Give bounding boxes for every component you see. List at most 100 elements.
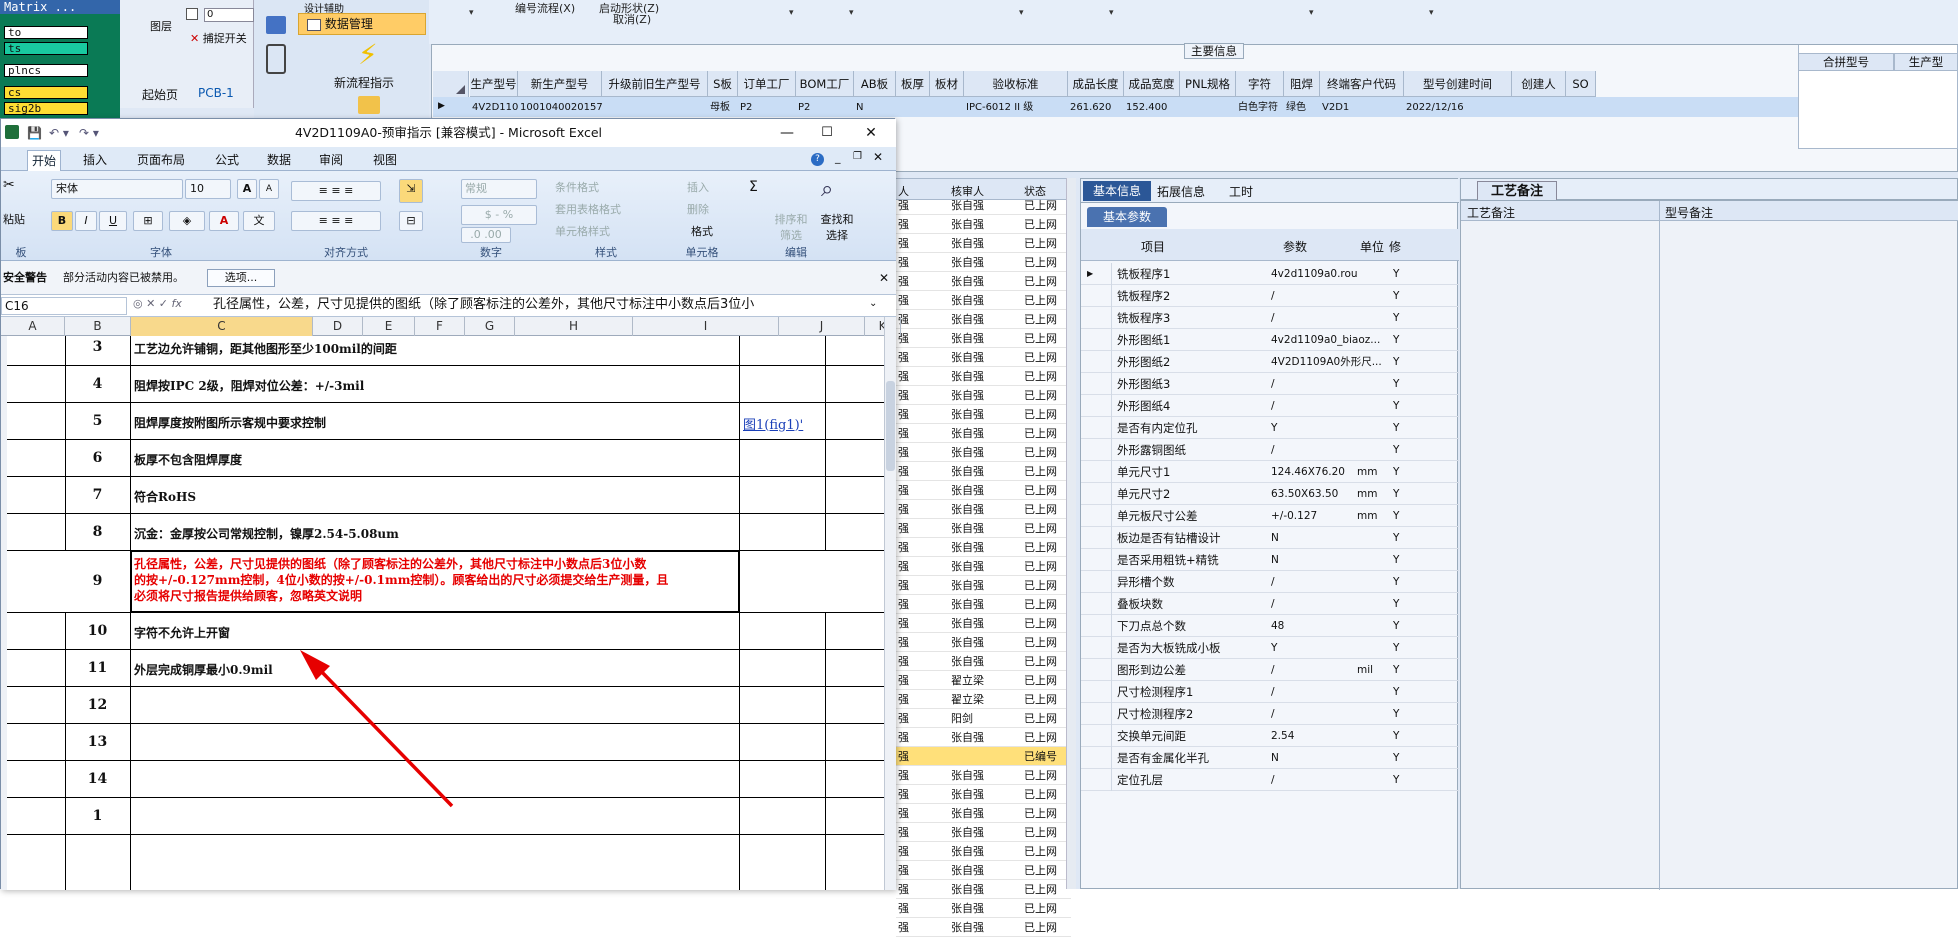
options-button[interactable]: 选项... xyxy=(207,269,275,287)
capture-toggle[interactable]: ✕ 捕捉开关 xyxy=(190,30,247,46)
approve-row[interactable]: 强张自强 已上网 xyxy=(896,462,1071,481)
font-color-button[interactable]: A xyxy=(209,211,239,231)
approve-row[interactable]: 强 已编号 xyxy=(896,747,1071,766)
paste-button[interactable]: ✂ 粘贴 xyxy=(3,177,43,237)
layer-item[interactable]: cs xyxy=(4,86,88,99)
ribbon-close-icon[interactable]: ✕ xyxy=(873,150,883,164)
info-col-header[interactable]: 板厚 xyxy=(896,71,930,97)
info-col-header[interactable]: 板材 xyxy=(930,71,964,97)
param-col-modify[interactable]: 修 xyxy=(1389,238,1401,255)
param-row[interactable]: 交换单元间距 2.54 Y xyxy=(1081,725,1459,747)
info-cell[interactable] xyxy=(602,99,708,117)
pcb-tab[interactable]: PCB-1 xyxy=(198,86,254,104)
info-cell[interactable]: 152.400 xyxy=(1124,99,1180,117)
approve-row[interactable]: 强张自强 已上网 xyxy=(896,348,1071,367)
craft-col-model-notes[interactable]: 型号备注 xyxy=(1665,204,1713,221)
param-row[interactable]: 外形图纸4 / Y xyxy=(1081,395,1459,417)
approve-row[interactable]: 强张自强 已上网 xyxy=(896,918,1071,937)
param-row[interactable]: 外形图纸2 4V2D1109A0外形尺... Y xyxy=(1081,351,1459,373)
info-cell[interactable]: 2022/12/16 xyxy=(1404,99,1512,117)
craft-col-notes[interactable]: 工艺备注 xyxy=(1467,204,1515,221)
info-col-header[interactable]: 阻焊 xyxy=(1284,71,1320,97)
approve-scrollbar[interactable] xyxy=(1066,178,1076,889)
tab-home[interactable]: 开始 xyxy=(27,150,62,171)
help-icon[interactable]: ? xyxy=(811,153,824,166)
table-row[interactable]: 11 外层完成铜厚最小0.9mil xyxy=(1,650,884,687)
info-col-header[interactable]: 成品宽度 xyxy=(1124,71,1180,97)
bold-button[interactable]: B xyxy=(51,211,73,231)
info-cell[interactable]: 10010400201574 xyxy=(518,99,602,117)
info-cell[interactable]: 4V2D1109A0 xyxy=(470,99,518,117)
approve-row[interactable]: 强张自强 已上网 xyxy=(896,880,1071,899)
ribbon-minimize-icon[interactable]: _ xyxy=(835,151,841,164)
info-col-header[interactable]: 订单工厂 xyxy=(738,71,796,97)
delete-cells-button[interactable]: 删除 xyxy=(687,201,709,217)
align-left-buttons[interactable]: ≡ ≡ ≡ xyxy=(291,211,381,231)
param-row[interactable]: 是否为大板铣成小板 Y Y xyxy=(1081,637,1459,659)
info-cell[interactable] xyxy=(896,99,930,117)
param-row[interactable]: 外形图纸1 4v2d1109a0_biaoz... Y xyxy=(1081,329,1459,351)
table-row[interactable]: 14 xyxy=(1,761,884,798)
approve-row[interactable]: 强张自强 已上网 xyxy=(896,310,1071,329)
chevron-down-icon[interactable]: ▾ xyxy=(1019,8,1024,18)
param-row[interactable]: 是否采用粗铣+精铣 N Y xyxy=(1081,549,1459,571)
param-row[interactable]: 异形槽个数 / Y xyxy=(1081,571,1459,593)
tab-extend-info[interactable]: 拓展信息 xyxy=(1157,183,1205,200)
info-col-header[interactable]: PNL规格 xyxy=(1180,71,1236,97)
info-col-header[interactable]: SO xyxy=(1566,71,1596,97)
cell-style-button[interactable]: 单元格样式 xyxy=(555,223,610,239)
info-cell[interactable] xyxy=(1180,99,1236,117)
instruction-text[interactable]: 沉金：金厚按公司常规控制，镍厚2.54-5.08um xyxy=(134,525,399,542)
info-col-header[interactable]: 终端客户代码 xyxy=(1320,71,1404,97)
menu-item[interactable]: 编号流程(X) xyxy=(515,0,575,16)
format-cells-button[interactable]: 格式 xyxy=(691,223,713,239)
approve-row[interactable]: 强张自强 已上网 xyxy=(896,519,1071,538)
find-select-button[interactable]: 查找和选择 xyxy=(817,211,857,243)
close-button[interactable]: ✕ xyxy=(857,119,885,147)
production-model-header[interactable]: 生产型 xyxy=(1894,53,1958,71)
approve-row[interactable]: 强张自强 已上网 xyxy=(896,785,1071,804)
instruction-text[interactable]: 阻焊按IPC 2级，阻焊对位公差：+/-3mil xyxy=(134,377,364,394)
info-cell[interactable]: 绿色 xyxy=(1284,99,1320,117)
table-format-button[interactable]: 套用表格格式 xyxy=(555,201,621,217)
info-cell[interactable]: 母板 xyxy=(708,99,738,117)
border-button[interactable]: ⊞ xyxy=(133,211,163,231)
approve-row[interactable]: 强张自强 已上网 xyxy=(896,842,1071,861)
font-name-select[interactable]: 宋体 xyxy=(51,179,183,199)
approve-row[interactable]: 强 翟立梁 已上网 xyxy=(896,690,1071,709)
approve-row[interactable]: 强张自强 已上网 xyxy=(896,652,1071,671)
param-row[interactable]: 铣板程序2 / Y xyxy=(1081,285,1459,307)
info-col-header[interactable]: 新生产型号 xyxy=(518,71,602,97)
chevron-down-icon[interactable]: ▾ xyxy=(1309,8,1314,18)
phonetic-button[interactable]: 文 xyxy=(243,211,275,231)
approve-row[interactable]: 强张自强 已上网 xyxy=(896,557,1071,576)
tab-basic-params[interactable]: 基本参数 xyxy=(1087,207,1167,227)
formula-buttons[interactable]: ◎ ✕ ✓ fx xyxy=(133,297,182,310)
info-col-header[interactable]: 生产型号 xyxy=(470,71,518,97)
sort-filter-button[interactable]: 排序和筛选 xyxy=(773,211,809,243)
param-row[interactable]: 叠板块数 / Y xyxy=(1081,593,1459,615)
approve-row[interactable]: 强张自强 已上网 xyxy=(896,234,1071,253)
approve-row[interactable]: 强张自强 已上网 xyxy=(896,633,1071,652)
layer-item[interactable]: sig2b xyxy=(4,102,88,115)
param-row[interactable]: 是否有金属化半孔 N Y xyxy=(1081,747,1459,769)
redo-icon[interactable]: ↷ ▾ xyxy=(79,119,99,147)
layer-item[interactable]: to xyxy=(4,26,88,39)
fill-color-button[interactable]: ◈ xyxy=(169,211,205,231)
info-cell[interactable]: 白色字符 xyxy=(1236,99,1284,117)
info-col-header[interactable]: 字符 xyxy=(1236,71,1284,97)
param-row[interactable]: 单元尺寸2 63.50X63.50 mm Y xyxy=(1081,483,1459,505)
param-row[interactable]: 外形图纸3 / Y xyxy=(1081,373,1459,395)
formula-input[interactable]: 孔径属性，公差，尺寸见提供的图纸（除了顾客标注的公差外，其他尺寸标注中小数点后3… xyxy=(213,297,869,315)
info-cell[interactable]: P2 xyxy=(738,99,796,117)
param-row[interactable]: 定位孔层 / Y xyxy=(1081,769,1459,791)
info-col-header[interactable]: BOM工厂 xyxy=(796,71,854,97)
info-col-header[interactable]: 成品长度 xyxy=(1068,71,1124,97)
approve-row[interactable]: 强张自强 已上网 xyxy=(896,196,1071,215)
insert-cells-button[interactable]: 插入 xyxy=(687,179,709,195)
approve-row[interactable]: 强张自强 已上网 xyxy=(896,500,1071,519)
info-col-header[interactable]: 型号创建时间 xyxy=(1404,71,1512,97)
info-cell[interactable]: N xyxy=(854,99,896,117)
table-row[interactable]: 4 阻焊按IPC 2级，阻焊对位公差：+/-3mil xyxy=(1,366,884,403)
param-row[interactable]: 铣板程序3 / Y xyxy=(1081,307,1459,329)
